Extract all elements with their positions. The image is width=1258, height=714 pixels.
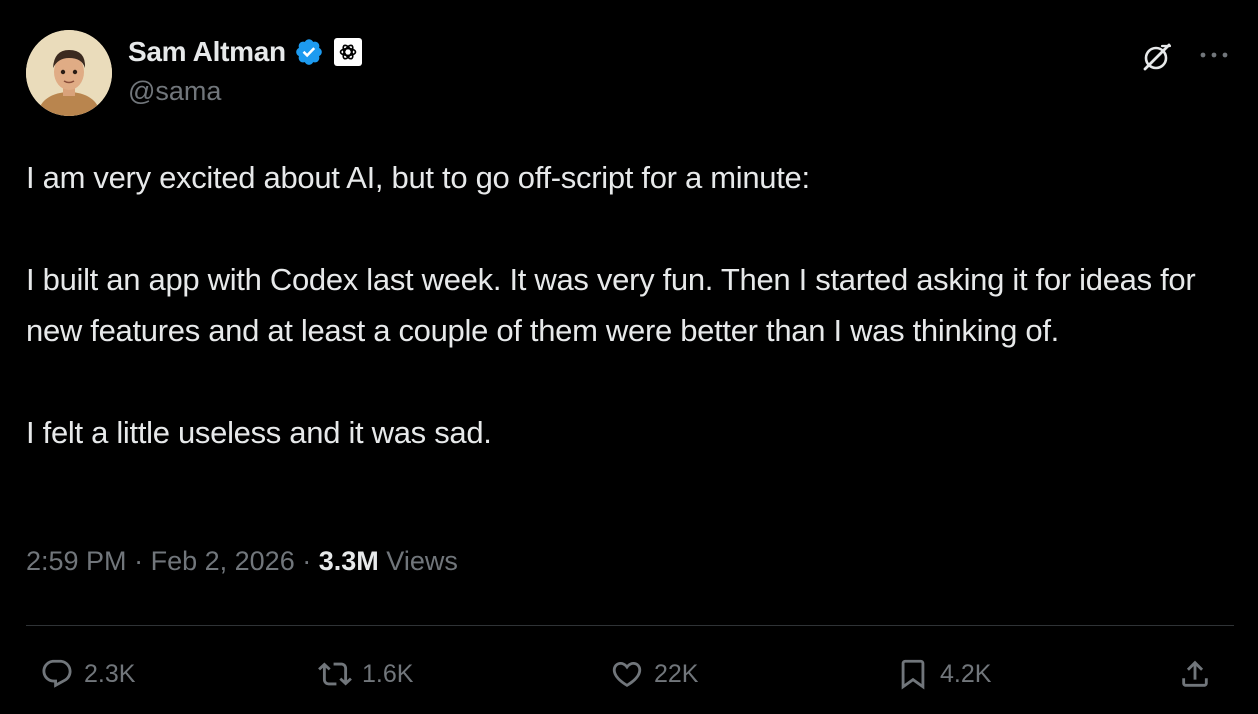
tweet-date[interactable]: Feb 2, 2026 bbox=[151, 546, 295, 576]
avatar-illustration-icon bbox=[26, 30, 112, 116]
bookmark-count: 4.2K bbox=[940, 659, 992, 688]
repost-icon bbox=[318, 662, 352, 686]
like-button[interactable]: 22K bbox=[610, 652, 698, 696]
tweet-time[interactable]: 2:59 PM bbox=[26, 546, 127, 576]
share-button[interactable] bbox=[1178, 652, 1212, 696]
reply-icon bbox=[42, 659, 72, 688]
views-count[interactable]: 3.3M bbox=[319, 546, 379, 576]
bookmark-icon bbox=[901, 659, 925, 690]
meta-separator: · bbox=[302, 546, 312, 576]
tweet: Sam Altman @sama I am very excited about… bbox=[0, 0, 1258, 714]
like-count: 22K bbox=[654, 659, 699, 688]
tweet-paragraph: I built an app with Codex last week. It … bbox=[26, 262, 1196, 348]
display-name[interactable]: Sam Altman bbox=[128, 36, 286, 68]
bookmark-button[interactable]: 4.2K bbox=[896, 652, 991, 696]
views-label: Views bbox=[386, 546, 458, 576]
author-row: Sam Altman bbox=[128, 32, 363, 72]
share-icon bbox=[1182, 660, 1208, 687]
reply-count: 2.3K bbox=[84, 659, 136, 688]
avatar[interactable] bbox=[26, 30, 112, 116]
reply-button[interactable]: 2.3K bbox=[40, 652, 135, 696]
more-dots-icon[interactable] bbox=[1197, 40, 1231, 70]
repost-count: 1.6K bbox=[362, 659, 414, 688]
tweet-paragraph: I felt a little useless and it was sad. bbox=[26, 415, 492, 450]
tweet-meta: 2:59 PM · Feb 2, 2026 · 3.3M Views bbox=[26, 546, 458, 577]
meta-separator: · bbox=[134, 546, 144, 576]
handle[interactable]: @sama bbox=[128, 76, 221, 107]
verified-badge-icon[interactable] bbox=[294, 37, 324, 67]
tweet-paragraph: I am very excited about AI, but to go of… bbox=[26, 160, 810, 195]
divider bbox=[26, 625, 1234, 626]
tweet-text: I am very excited about AI, but to go of… bbox=[26, 152, 1236, 458]
repost-button[interactable]: 1.6K bbox=[318, 652, 413, 696]
grok-icon[interactable] bbox=[1140, 40, 1174, 74]
openai-logo-icon[interactable] bbox=[333, 37, 363, 67]
heart-icon bbox=[612, 661, 642, 687]
